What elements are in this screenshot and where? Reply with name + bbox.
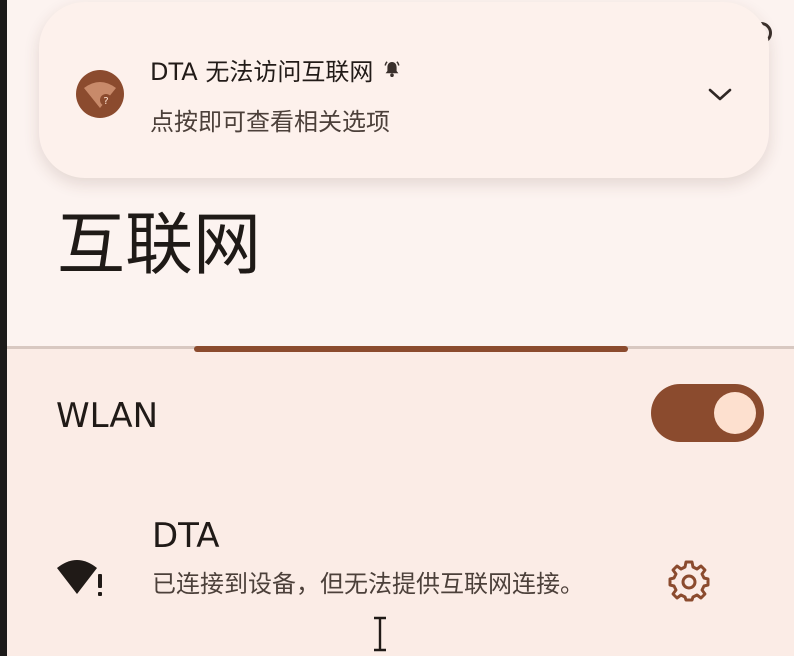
notification-title-row: DTA 无法访问互联网 <box>150 52 401 86</box>
wlan-toggle-row[interactable]: WLAN <box>7 378 794 452</box>
bell-icon <box>384 61 400 77</box>
wifi-warning-icon <box>57 560 102 596</box>
svg-text:?: ? <box>103 96 108 107</box>
wlan-label: WLAN <box>56 396 159 436</box>
network-status: 已连接到设备，但无法提供互联网连接。 <box>152 570 584 598</box>
text-cursor-icon <box>374 616 386 652</box>
chevron-down-icon[interactable] <box>703 78 737 112</box>
wifi-question-icon: ? <box>76 70 124 118</box>
notification-card[interactable]: ? DTA 无法访问互联网 点按即可查看相关选项 <box>39 2 769 178</box>
internet-settings-screen: 互联网 ? DTA 无法访问互联网 点按即可查看相关选项 WLAN DTA 已连… <box>7 0 794 656</box>
gear-icon[interactable] <box>667 558 711 602</box>
notification-title: DTA 无法访问互联网 <box>150 57 374 86</box>
network-list-item[interactable]: DTA 已连接到设备，但无法提供互联网连接。 <box>7 500 794 656</box>
page-title: 互联网 <box>57 206 262 285</box>
notification-body: 点按即可查看相关选项 <box>150 108 390 136</box>
loading-progress-bar <box>194 346 628 352</box>
wlan-toggle[interactable] <box>651 384 764 442</box>
network-name: DTA <box>152 516 220 556</box>
toggle-thumb <box>714 392 756 434</box>
